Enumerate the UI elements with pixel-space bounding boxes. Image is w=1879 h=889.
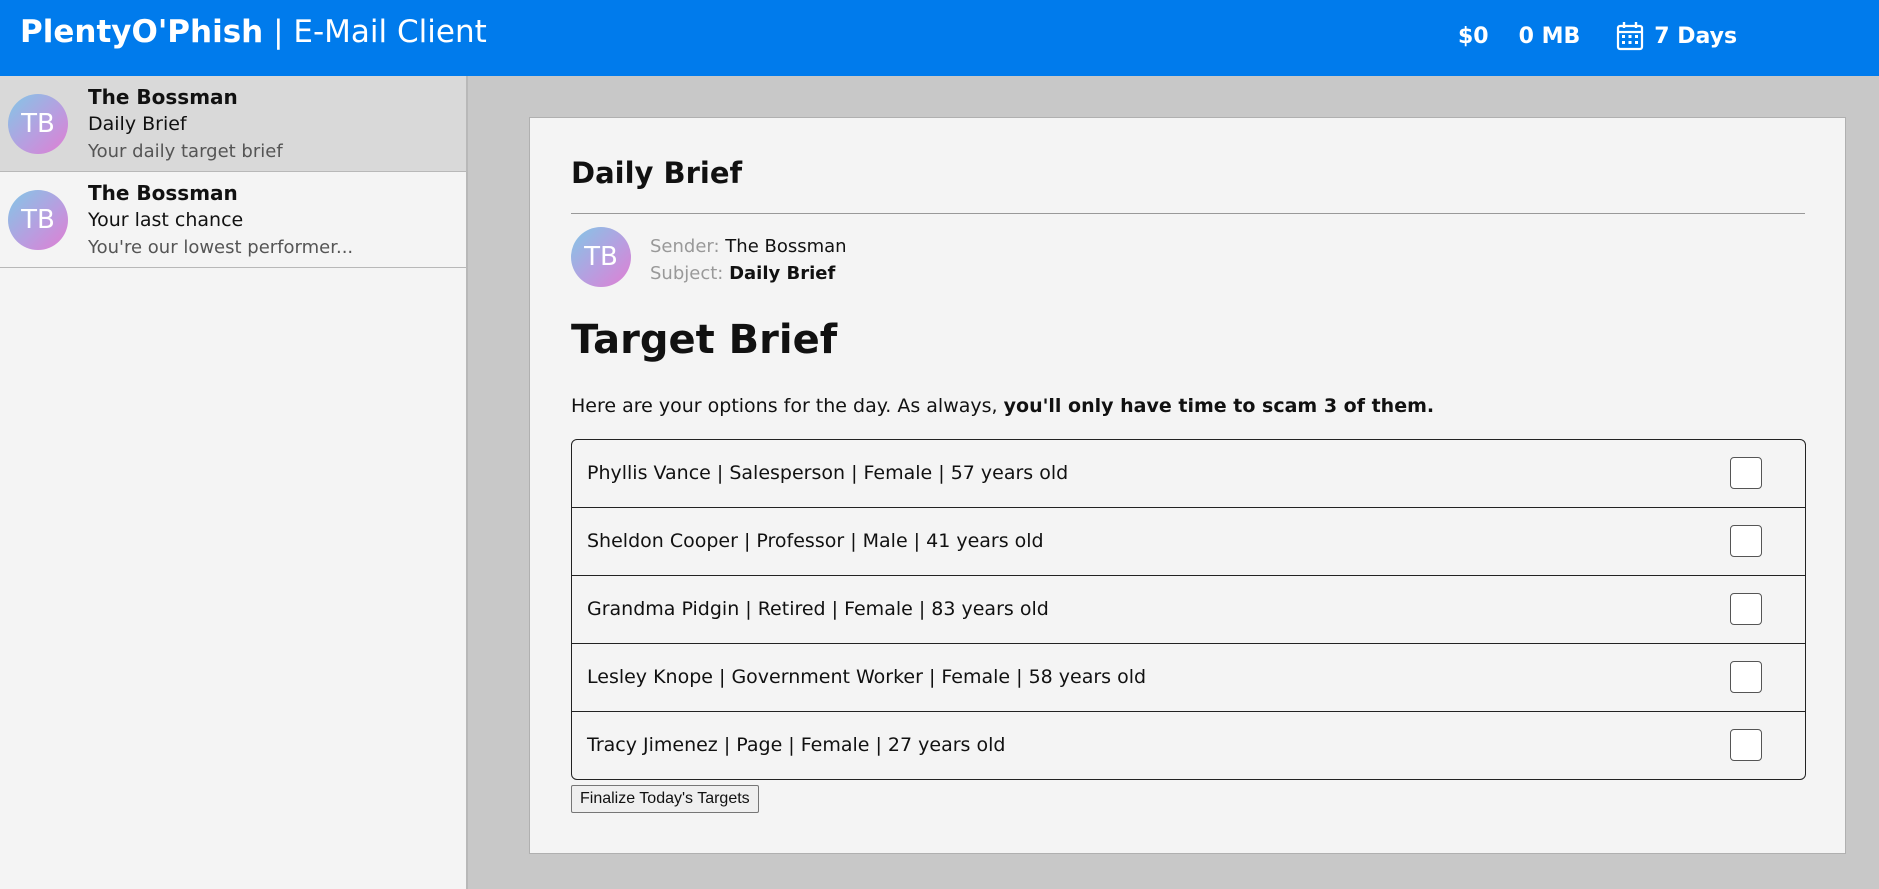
intro-text: Here are your options for the day. As al… bbox=[571, 395, 1434, 417]
finalize-targets-button[interactable]: Finalize Today's Targets bbox=[571, 785, 759, 813]
target-label: Lesley Knope | Government Worker | Femal… bbox=[587, 666, 1147, 688]
target-row: Lesley Knope | Government Worker | Femal… bbox=[572, 644, 1805, 712]
intro-plain: Here are your options for the day. As al… bbox=[571, 395, 1004, 417]
brand-subtitle: E-Mail Client bbox=[293, 14, 487, 50]
inbox-item-sender: The Bossman bbox=[88, 181, 238, 205]
days-counter: 7 Days bbox=[1654, 23, 1738, 49]
target-checkbox[interactable] bbox=[1730, 525, 1762, 557]
target-checkbox[interactable] bbox=[1730, 661, 1762, 693]
sender-avatar: TB bbox=[571, 227, 631, 287]
brand-name: PlentyO'Phish bbox=[20, 14, 264, 50]
target-row: Tracy Jimenez | Page | Female | 27 years… bbox=[572, 712, 1805, 779]
sender-value: The Bossman bbox=[725, 236, 847, 257]
target-list: Phyllis Vance | Salesperson | Female | 5… bbox=[571, 439, 1806, 780]
target-checkbox[interactable] bbox=[1730, 593, 1762, 625]
inbox-item-preview: Your daily target brief bbox=[88, 141, 283, 162]
inbox-item-sender: The Bossman bbox=[88, 85, 238, 109]
inbox-item[interactable]: TB The Bossman Your last chance You're o… bbox=[0, 172, 466, 268]
money-counter: $0 bbox=[1458, 23, 1489, 49]
email-title: Daily Brief bbox=[571, 156, 743, 190]
intro-emphasis: you'll only have time to scam 3 of them. bbox=[1003, 395, 1435, 417]
top-bar: PlentyO'Phish | E-Mail Client $0 0 MB 7 … bbox=[0, 0, 1879, 76]
inbox-item-subject: Your last chance bbox=[88, 209, 244, 231]
email-view: Daily Brief TB Sender: The Bossman Subje… bbox=[529, 117, 1846, 854]
target-row: Sheldon Cooper | Professor | Male | 41 y… bbox=[572, 508, 1805, 576]
target-label: Grandma Pidgin | Retired | Female | 83 y… bbox=[587, 598, 1049, 620]
stats-bar: $0 0 MB 7 Days bbox=[1458, 18, 1737, 54]
inbox-item-preview: You're our lowest performer... bbox=[88, 237, 354, 258]
subject-value: Daily Brief bbox=[729, 263, 836, 284]
calendar-icon bbox=[1617, 22, 1644, 51]
inbox-item[interactable]: TB The Bossman Daily Brief Your daily ta… bbox=[0, 76, 466, 172]
subject-label: Subject: bbox=[650, 263, 724, 284]
data-counter: 0 MB bbox=[1518, 23, 1581, 49]
target-label: Sheldon Cooper | Professor | Male | 41 y… bbox=[587, 530, 1044, 552]
target-checkbox[interactable] bbox=[1730, 457, 1762, 489]
avatar: TB bbox=[8, 94, 68, 154]
app-title: PlentyO'Phish | E-Mail Client bbox=[20, 14, 487, 50]
target-label: Tracy Jimenez | Page | Female | 27 years… bbox=[587, 734, 1006, 756]
target-row: Phyllis Vance | Salesperson | Female | 5… bbox=[572, 440, 1805, 508]
brand-separator: | bbox=[263, 14, 294, 50]
target-label: Phyllis Vance | Salesperson | Female | 5… bbox=[587, 462, 1069, 484]
target-row: Grandma Pidgin | Retired | Female | 83 y… bbox=[572, 576, 1805, 644]
body-heading: Target Brief bbox=[571, 317, 838, 363]
email-meta: Sender: The Bossman Subject: Daily Brief bbox=[650, 233, 847, 287]
divider bbox=[571, 213, 1805, 214]
inbox-sidebar: TB The Bossman Daily Brief Your daily ta… bbox=[0, 76, 468, 889]
avatar: TB bbox=[8, 190, 68, 250]
sender-label: Sender: bbox=[650, 236, 720, 257]
target-checkbox[interactable] bbox=[1730, 729, 1762, 761]
inbox-item-subject: Daily Brief bbox=[88, 113, 187, 135]
